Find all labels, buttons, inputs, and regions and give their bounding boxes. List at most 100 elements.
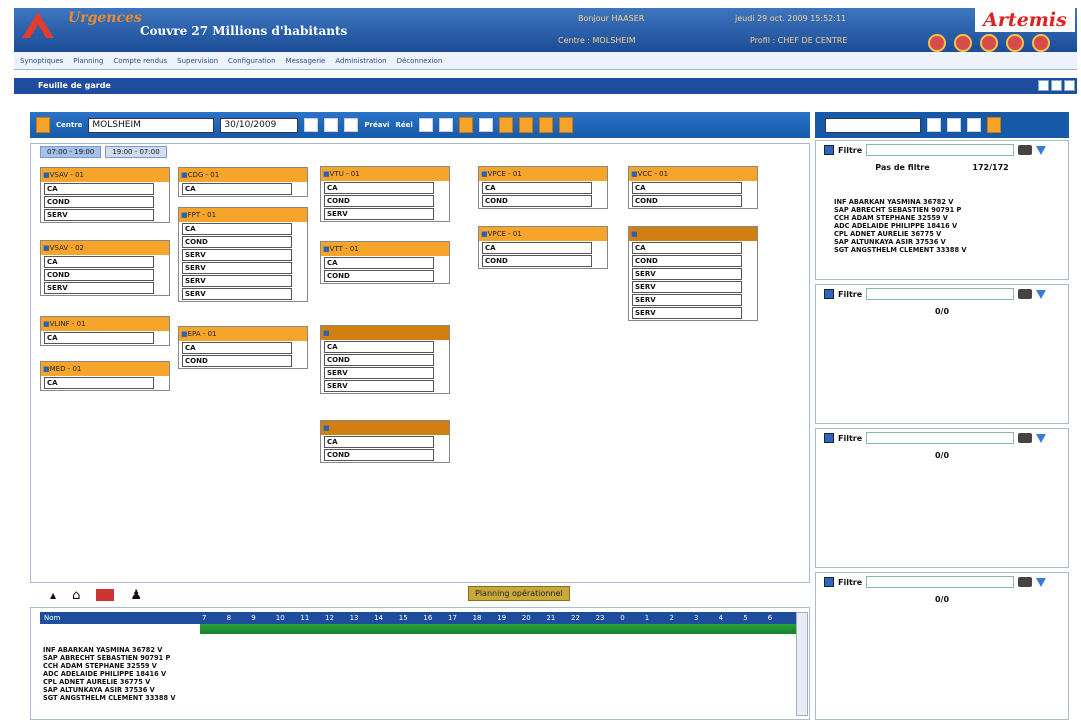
crew-slot[interactable]: COND xyxy=(324,449,434,461)
print-icon[interactable] xyxy=(947,118,961,132)
menu-planning[interactable]: Planning xyxy=(73,57,103,65)
tab-night[interactable]: 19:00 - 07:00 xyxy=(105,146,167,158)
calendar-icon[interactable] xyxy=(304,118,319,132)
filter-toggle-icon[interactable] xyxy=(824,433,834,443)
vehicle-box[interactable]: ■ VPCE - 01 CA COND xyxy=(478,226,608,269)
crew-slot[interactable]: SERV xyxy=(632,281,742,293)
vehicle-header[interactable]: ■ VLINF - 01 xyxy=(41,317,169,331)
timeline-scrollbar[interactable] xyxy=(796,612,808,716)
crew-slot[interactable]: COND xyxy=(482,195,592,207)
crew-slot[interactable]: CA xyxy=(482,242,592,254)
filter-select[interactable] xyxy=(866,144,1015,156)
vehicle-box[interactable]: ■ VCC - 01 CA COND xyxy=(628,166,758,209)
menu-synoptiques[interactable]: Synoptiques xyxy=(20,57,63,65)
vehicle-header[interactable]: ■ xyxy=(321,326,449,340)
crew-slot[interactable]: COND xyxy=(482,255,592,267)
date-select[interactable]: 30/10/2009 xyxy=(220,117,299,133)
reel-label[interactable]: Réel xyxy=(395,121,412,129)
vehicle-header[interactable]: ■ VPCE - 01 xyxy=(479,227,607,241)
close-button[interactable] xyxy=(1064,80,1075,91)
vehicle-box[interactable]: ■ FPT - 01 CA COND SERV SERV SERV SERV xyxy=(178,207,308,302)
crew-slot[interactable]: CA xyxy=(324,341,434,353)
vehicle-box[interactable]: ■ VPCE - 01 CA COND xyxy=(478,166,608,209)
crew-slot[interactable]: CA xyxy=(44,183,154,195)
info-icon[interactable] xyxy=(967,118,981,132)
menu-administration[interactable]: Administration xyxy=(335,57,386,65)
right-search-input[interactable] xyxy=(825,117,921,133)
vehicle-header[interactable]: ■ VTU - 01 xyxy=(321,167,449,181)
crew-slot[interactable]: SERV xyxy=(182,275,292,287)
vehicle-box[interactable]: ■ VSAV - 01 CA COND SERV xyxy=(40,167,170,223)
crew-slot[interactable]: CA xyxy=(324,182,434,194)
vehicle-header[interactable]: ■ xyxy=(321,421,449,435)
document-icon[interactable] xyxy=(418,118,433,132)
edit-icon[interactable] xyxy=(498,117,513,133)
crew-slot[interactable]: SERV xyxy=(632,307,742,319)
sound-icon[interactable] xyxy=(344,118,359,132)
funnel-icon[interactable] xyxy=(1036,433,1047,443)
vehicle-box[interactable]: ■ CA COND SERV SERV xyxy=(320,325,450,394)
crew-slot[interactable]: COND xyxy=(182,355,292,367)
add-icon[interactable] xyxy=(558,117,573,133)
export-icon[interactable] xyxy=(458,117,473,133)
funnel-icon[interactable] xyxy=(1036,577,1047,587)
speaker-icon[interactable] xyxy=(1018,289,1033,299)
crew-slot[interactable]: SERV xyxy=(182,249,292,261)
vehicle-box[interactable]: ■ CDG - 01 CA xyxy=(178,167,308,197)
home-icon[interactable] xyxy=(36,117,50,133)
crew-slot[interactable]: SERV xyxy=(44,209,154,221)
crew-slot[interactable]: CA xyxy=(324,257,434,269)
vehicle-box[interactable]: ■ VLINF - 01 CA xyxy=(40,316,170,346)
menu-configuration[interactable]: Configuration xyxy=(228,57,275,65)
crew-slot[interactable]: CA xyxy=(632,242,742,254)
vehicle-box[interactable]: ■ MED - 01 CA xyxy=(40,361,170,391)
minimize-button[interactable] xyxy=(1038,80,1049,91)
vehicle-header[interactable]: ■ VPCE - 01 xyxy=(479,167,607,181)
menu-compte-rendus[interactable]: Compte rendus xyxy=(113,57,167,65)
search-icon[interactable] xyxy=(928,34,946,52)
crew-slot[interactable]: COND xyxy=(324,354,434,366)
vehicle-header[interactable]: ■ CDG - 01 xyxy=(179,168,307,182)
person-row[interactable]: SAP ABRECHT SEBASTIEN 90791 P xyxy=(43,654,175,662)
filter-person-row[interactable]: ADC ADELAIDE PHILIPPE 18416 V xyxy=(834,222,1068,230)
crew-slot[interactable]: CA xyxy=(482,182,592,194)
vehicle-header[interactable]: ■ xyxy=(629,227,757,241)
filter-select[interactable] xyxy=(866,576,1015,588)
vehicle-header[interactable]: ■ EPA - 01 xyxy=(179,327,307,341)
crew-slot[interactable]: CA xyxy=(182,223,292,235)
page-icon[interactable] xyxy=(478,118,493,132)
funnel-icon[interactable] xyxy=(1036,289,1047,299)
crew-slot[interactable]: SERV xyxy=(182,262,292,274)
crew-slot[interactable]: COND xyxy=(324,270,434,282)
crew-slot[interactable]: CA xyxy=(44,332,154,344)
home-icon[interactable] xyxy=(987,117,1001,133)
vehicle-header[interactable]: ■ VSAV - 02 xyxy=(41,241,169,255)
person-icon[interactable]: ♟ xyxy=(130,588,142,603)
person-row[interactable]: INF ABARKAN YASMINA 36782 V xyxy=(43,646,175,654)
menu-deconnexion[interactable]: Déconnexion xyxy=(397,57,443,65)
person-search-icon[interactable] xyxy=(1006,34,1024,52)
vehicle-header[interactable]: ■ VCC - 01 xyxy=(629,167,757,181)
crew-slot[interactable]: CA xyxy=(44,377,154,389)
filter-person-row[interactable]: SGT ANGSTHELM CLEMENT 33388 V xyxy=(834,246,1068,254)
filter-toggle-icon[interactable] xyxy=(824,577,834,587)
vehicle-box[interactable]: ■ VSAV - 02 CA COND SERV xyxy=(40,240,170,296)
vehicle-box[interactable]: ■ CA COND SERV SERV SERV SERV xyxy=(628,226,758,321)
grid-icon[interactable] xyxy=(324,118,339,132)
crew-slot[interactable]: SERV xyxy=(44,282,154,294)
truck-icon[interactable] xyxy=(96,589,115,601)
maximize-button[interactable] xyxy=(1051,80,1062,91)
users-icon[interactable] xyxy=(980,34,998,52)
person-row[interactable]: SGT ANGSTHELM CLEMENT 33388 V xyxy=(43,694,175,702)
copy-icon[interactable] xyxy=(438,118,453,132)
person-row[interactable]: ADC ADELAIDE PHILIPPE 18416 V xyxy=(43,670,175,678)
person-row[interactable]: SAP ALTUNKAYA ASIR 37536 V xyxy=(43,686,175,694)
vehicle-header[interactable]: ■ MED - 01 xyxy=(41,362,169,376)
vehicle-header[interactable]: ■ VSAV - 01 xyxy=(41,168,169,182)
preavis-label[interactable]: Préavi xyxy=(364,121,389,129)
filter-person-row[interactable]: SAP ABRECHT SEBASTIEN 90791 P xyxy=(834,206,1068,214)
center-select[interactable]: MOLSHEIM xyxy=(88,117,215,133)
crew-slot[interactable]: CA xyxy=(632,182,742,194)
crew-slot[interactable]: SERV xyxy=(632,268,742,280)
tab-day[interactable]: 07:00 - 19:00 xyxy=(40,146,102,158)
